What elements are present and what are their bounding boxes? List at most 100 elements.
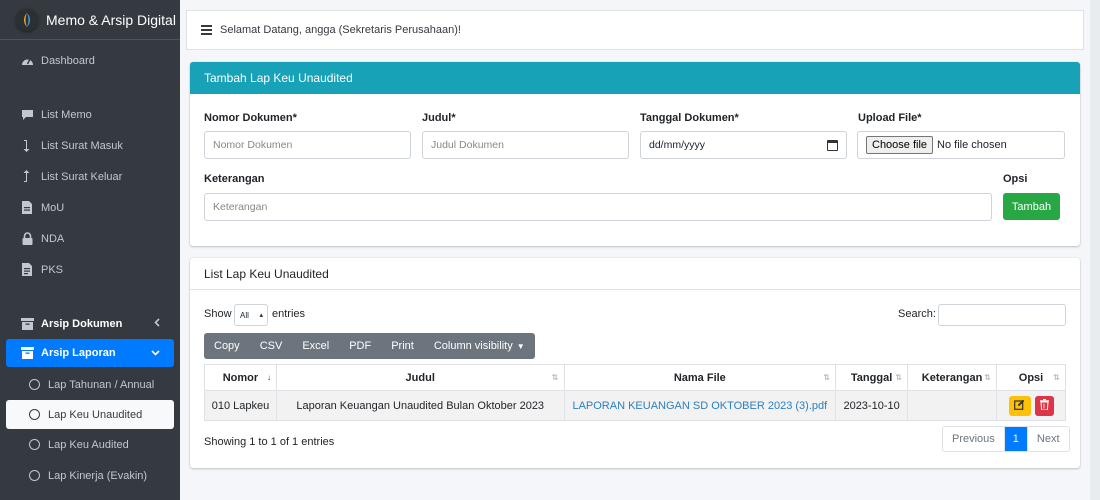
sidebar-item-label: NDA	[41, 232, 65, 245]
table-info: Showing 1 to 1 of 1 entries	[204, 436, 335, 448]
page-1-button[interactable]: 1	[1003, 427, 1027, 451]
calendar-icon[interactable]	[827, 139, 838, 151]
report-list-card: List Lap Keu Unaudited Show All ▴ entrie…	[190, 258, 1080, 468]
upload-file-label: Upload File*	[858, 112, 922, 124]
cell-opsi	[996, 390, 1066, 421]
sidebar-item-list-memo[interactable]: List Memo	[0, 99, 180, 130]
cell-nomor: 010 Lapkeu	[204, 390, 277, 421]
column-header-label: Judul	[405, 371, 435, 384]
column-header-judul[interactable]: Judul ⇅	[275, 364, 565, 391]
sidebar-subitem-lap-keu-unaudited[interactable]: Lap Keu Unaudited	[6, 400, 174, 429]
column-header-opsi[interactable]: Opsi ⇅	[996, 364, 1066, 391]
sidebar-item-arsip-dokumen[interactable]: Arsip Dokumen	[0, 308, 180, 339]
file-icon	[20, 201, 34, 214]
column-visibility-label: Column visibility	[433, 340, 513, 352]
report-table: Nomor ↓ Judul ⇅ Nama File ⇅ Tanggal ⇅ Ke…	[204, 364, 1066, 421]
copy-button[interactable]: Copy	[204, 333, 250, 359]
print-button[interactable]: Print	[381, 333, 424, 359]
trash-icon	[1039, 398, 1049, 413]
sidebar-item-surat-keluar[interactable]: List Surat Keluar	[0, 161, 180, 192]
column-header-label: Opsi	[1018, 371, 1044, 384]
nomor-dokumen-placeholder: Nomor Dokumen	[213, 139, 293, 151]
sidebar-subitem-lap-kinerja[interactable]: Lap Kinerja (Evakin)	[0, 460, 180, 491]
sidebar-item-label: Lap Keu Audited	[48, 438, 129, 451]
level-up-icon	[20, 170, 34, 183]
circle-icon	[27, 379, 41, 390]
sort-icon: ⇅	[1053, 373, 1060, 382]
welcome-text: Selamat Datang, angga (Sekretaris Perusa…	[220, 24, 461, 36]
sidebar-item-label: Lap Tahunan / Annual	[48, 378, 155, 391]
card-header: Tambah Lap Keu Unaudited	[190, 62, 1080, 94]
tambah-button[interactable]: Tambah	[1003, 193, 1060, 220]
no-file-text: No file chosen	[937, 139, 1007, 151]
column-header-nama-file[interactable]: Nama File ⇅	[563, 364, 837, 391]
keterangan-placeholder: Keterangan	[213, 201, 268, 213]
sort-updown-icon: ▴	[259, 312, 263, 319]
brand[interactable]: Memo & Arsip Digital	[0, 0, 180, 40]
keterangan-input[interactable]: Keterangan	[204, 193, 992, 221]
archive-icon	[20, 347, 34, 359]
dashboard-icon	[20, 55, 34, 66]
level-down-icon	[20, 139, 34, 152]
column-header-tanggal[interactable]: Tanggal ⇅	[835, 364, 909, 391]
column-header-label: Nama File	[673, 371, 726, 384]
circle-icon	[27, 470, 41, 481]
sidebar-item-pks[interactable]: PKS	[0, 254, 180, 285]
brand-logo-icon	[16, 8, 38, 31]
page-scrollbar[interactable]	[1090, 0, 1100, 500]
sidebar-item-label: Lap Keu Unaudited	[48, 408, 143, 421]
upload-file-input[interactable]: Choose file No file chosen	[857, 131, 1065, 159]
column-header-nomor[interactable]: Nomor ↓	[204, 364, 277, 391]
nomor-dokumen-input[interactable]: Nomor Dokumen	[204, 131, 411, 159]
lock-icon	[20, 232, 34, 245]
tanggal-dokumen-input[interactable]: dd/mm/yyyy	[640, 131, 847, 159]
file-link[interactable]: LAPORAN KEUANGAN SD OKTOBER 2023 (3).pdf	[572, 400, 827, 412]
judul-input[interactable]: Judul Dokumen	[422, 131, 629, 159]
sidebar-item-label: PKS	[41, 263, 64, 276]
edit-button[interactable]	[1008, 395, 1031, 416]
sidebar-item-label: Arsip Dokumen	[41, 317, 123, 330]
card-header: List Lap Keu Unaudited	[190, 258, 1080, 290]
search-input[interactable]	[938, 304, 1066, 326]
hamburger-menu-icon[interactable]	[201, 25, 212, 35]
sidebar-item-nda[interactable]: NDA	[0, 223, 180, 254]
sidebar-item-dashboard[interactable]: Dashboard	[0, 45, 180, 76]
circle-icon	[27, 409, 41, 420]
column-header-keterangan[interactable]: Keterangan ⇅	[907, 364, 997, 391]
sidebar-item-label: List Surat Keluar	[41, 170, 123, 183]
column-header-label: Nomor	[222, 371, 259, 384]
sidebar-item-label: MoU	[41, 201, 65, 214]
card-title: List Lap Keu Unaudited	[204, 266, 329, 281]
sidebar-item-surat-masuk[interactable]: List Surat Masuk	[0, 130, 180, 161]
judul-placeholder: Judul Dokumen	[431, 139, 504, 151]
delete-button[interactable]	[1034, 395, 1054, 416]
csv-button[interactable]: CSV	[250, 333, 293, 359]
sidebar: Memo & Arsip Digital Dashboard List Memo…	[0, 0, 180, 500]
sidebar-item-label: Dashboard	[41, 54, 95, 67]
edit-icon	[1014, 399, 1025, 413]
excel-button[interactable]: Excel	[292, 333, 339, 359]
next-page-button[interactable]: Next	[1026, 427, 1069, 451]
column-visibility-button[interactable]: Column visibility ▼	[424, 333, 535, 359]
judul-label: Judul*	[422, 112, 456, 124]
tambah-button-label: Tambah	[1011, 200, 1052, 213]
choose-file-button[interactable]: Choose file	[866, 136, 934, 154]
brand-title: Memo & Arsip Digital	[46, 11, 176, 28]
entries-select[interactable]: All ▴	[234, 304, 268, 326]
pdf-button[interactable]: PDF	[339, 333, 381, 359]
sidebar-item-arsip-laporan[interactable]: Arsip Laporan	[6, 339, 174, 367]
sidebar-item-mou[interactable]: MoU	[0, 192, 180, 223]
column-header-label: Tanggal	[850, 371, 893, 384]
tanggal-dokumen-label: Tanggal Dokumen*	[640, 112, 739, 124]
pagination: Previous 1 Next	[942, 426, 1070, 452]
sort-icon: ⇅	[984, 373, 991, 382]
sidebar-subitem-lap-tahunan[interactable]: Lap Tahunan / Annual	[0, 369, 180, 400]
cell-tanggal: 2023-10-10	[835, 390, 909, 421]
add-report-card: Tambah Lap Keu Unaudited Nomor Dokumen* …	[190, 62, 1080, 246]
cell-judul: Laporan Keuangan Unaudited Bulan Oktober…	[275, 390, 565, 421]
previous-page-button[interactable]: Previous	[943, 427, 1004, 451]
search-label: Search:	[898, 308, 936, 320]
sort-icon: ⇅	[895, 373, 903, 382]
sidebar-subitem-lap-keu-audited[interactable]: Lap Keu Audited	[0, 429, 180, 460]
tanggal-dokumen-value: dd/mm/yyyy	[649, 139, 706, 151]
